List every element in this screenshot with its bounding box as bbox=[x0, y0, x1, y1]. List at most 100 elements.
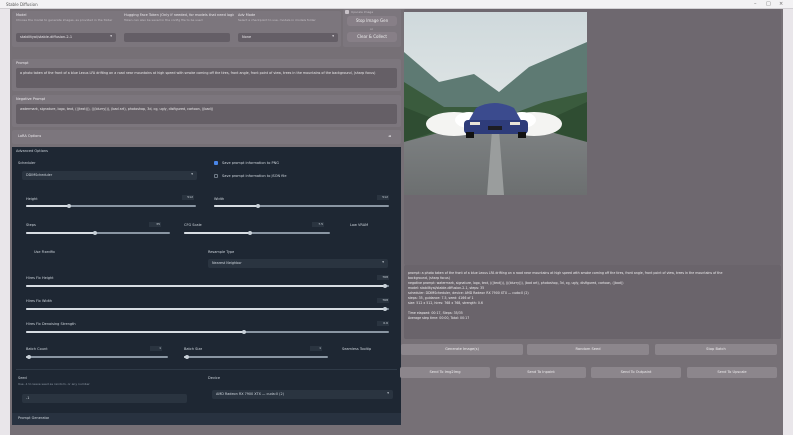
collapse-arrow-icon: ◄ bbox=[388, 134, 391, 138]
divider bbox=[16, 369, 397, 370]
cfg-value[interactable]: 7.5 bbox=[312, 222, 324, 227]
steps-slider-knob[interactable] bbox=[93, 231, 98, 235]
send-to-img2img-button[interactable]: Send To Img2Img bbox=[400, 367, 490, 378]
generation-info-text: prompt: a photo taken of the front of a … bbox=[408, 271, 778, 321]
model-label: Model bbox=[16, 13, 27, 17]
steps-slider[interactable] bbox=[26, 231, 170, 235]
hf-token-input[interactable] bbox=[124, 33, 230, 42]
batch-count-slider[interactable] bbox=[26, 355, 168, 359]
batch-count-value[interactable]: 1 bbox=[150, 346, 162, 351]
batch-count-label: Batch Count bbox=[26, 347, 48, 351]
batch-size-slider-knob[interactable] bbox=[184, 355, 189, 359]
send-to-inpaint-button[interactable]: Send To Inpaint bbox=[496, 367, 586, 378]
maximize-icon[interactable]: □ bbox=[766, 1, 771, 8]
save-json-label: Save prompt information to JSON file bbox=[222, 174, 287, 178]
stop-batch-button[interactable]: Stop Batch bbox=[655, 344, 777, 355]
batch-size-slider[interactable] bbox=[184, 355, 328, 359]
width-slider-knob[interactable] bbox=[255, 204, 260, 208]
device-select[interactable]: AMD Radeon RX 7900 XTX — cuda:0 (2) ▾ bbox=[212, 390, 393, 399]
or-label: or bbox=[370, 27, 374, 31]
hires-width-slider[interactable] bbox=[26, 307, 389, 311]
batch-count-slider-knob[interactable] bbox=[26, 355, 31, 359]
hires-denoise-slider-fill bbox=[26, 331, 244, 333]
prompt-generator-accordion[interactable]: Prompt Generator bbox=[12, 413, 401, 425]
scheduler-select[interactable]: DDIMScheduler ▾ bbox=[22, 171, 197, 180]
save-png-label: Save prompt information to PNG bbox=[222, 161, 279, 165]
chevron-down-icon: ▾ bbox=[191, 172, 193, 176]
send-to-upscale-button[interactable]: Send To Upscale bbox=[687, 367, 777, 378]
stop-image-gen-button[interactable]: Stop Image Gen bbox=[347, 16, 397, 26]
upscale-checkbox[interactable] bbox=[345, 10, 349, 14]
cfg-label: CFG Scale bbox=[184, 223, 202, 227]
hires-width-value[interactable]: 768 bbox=[377, 298, 389, 303]
model-select-value: stabilityai/stable-diffusion-2-1 bbox=[20, 35, 73, 39]
send-to-outpaint-button[interactable]: Send To Outpaint bbox=[591, 367, 681, 378]
hires-width-slider-fill bbox=[26, 308, 386, 310]
hires-height-label: Hires Fix Height bbox=[26, 276, 54, 280]
generate-image-s-button[interactable]: Generate Image(s) bbox=[401, 344, 523, 355]
negative-prompt-panel: Negative Prompt watermark, signature, lo… bbox=[12, 95, 401, 127]
chevron-down-icon: ▾ bbox=[332, 34, 334, 38]
minimize-icon[interactable]: – bbox=[754, 1, 757, 8]
adv-mode-hint: Select a checkpoint to use, models in mo… bbox=[238, 18, 316, 22]
resample-type-value: Nearest Neighbor bbox=[212, 261, 242, 265]
cfg-slider-knob[interactable] bbox=[247, 231, 252, 235]
generation-info-panel: prompt: a photo taken of the front of a … bbox=[404, 265, 781, 339]
height-slider[interactable] bbox=[26, 204, 196, 208]
adv-mode-label: Adv Mode bbox=[238, 13, 256, 17]
hires-height-slider[interactable] bbox=[26, 284, 389, 288]
device-label: Device bbox=[208, 376, 220, 380]
cfg-slider[interactable] bbox=[184, 231, 330, 235]
prompt-generator-label: Prompt Generator bbox=[18, 416, 50, 420]
save-png-checkbox[interactable] bbox=[214, 161, 218, 165]
chevron-down-icon: ▾ bbox=[387, 391, 389, 395]
negative-prompt-label: Negative Prompt bbox=[16, 97, 46, 101]
width-value[interactable]: 512 bbox=[377, 195, 389, 200]
random-seed-button[interactable]: Random Seed bbox=[527, 344, 649, 355]
advanced-options-panel: Advanced Options Scheduler DDIMScheduler… bbox=[12, 147, 401, 413]
adv-mode-value: None bbox=[242, 35, 252, 39]
image-output-panel bbox=[404, 9, 781, 265]
seed-input[interactable]: -1 bbox=[22, 394, 187, 403]
height-label: Height bbox=[26, 197, 38, 201]
batch-size-label: Batch Size bbox=[184, 347, 203, 351]
seed-label: Seed bbox=[18, 376, 27, 380]
steps-value[interactable]: 35 bbox=[149, 222, 161, 227]
negative-prompt-input[interactable]: watermark, signature, logo, text, (((tex… bbox=[16, 104, 397, 124]
seed-hint: Use -1 to leave seed as random, or any n… bbox=[18, 382, 90, 386]
batch-size-value[interactable]: 1 bbox=[310, 346, 322, 351]
generated-image[interactable] bbox=[404, 12, 587, 195]
height-slider-knob[interactable] bbox=[66, 204, 71, 208]
resample-type-select[interactable]: Nearest Neighbor ▾ bbox=[208, 259, 388, 268]
hires-denoise-slider-knob[interactable] bbox=[241, 330, 246, 334]
close-icon[interactable]: × bbox=[779, 1, 783, 8]
lora-options-accordion[interactable]: LoRA Options ◄ bbox=[12, 130, 401, 144]
hires-height-slider-knob[interactable] bbox=[383, 284, 388, 288]
model-select[interactable]: stabilityai/stable-diffusion-2-1 ▾ bbox=[16, 33, 116, 42]
app-root: Model Choose the model to generate image… bbox=[10, 9, 783, 435]
steps-label: Steps bbox=[26, 223, 36, 227]
hires-denoise-slider[interactable] bbox=[26, 330, 389, 334]
low-vram-label: Low VRAM bbox=[350, 223, 369, 227]
window-titlebar: Stable Diffusion – □ × bbox=[0, 0, 793, 9]
scheduler-value: DDIMScheduler bbox=[26, 173, 53, 177]
action-side-panel: Upscale Image Stop Image Gen or Clear & … bbox=[343, 9, 401, 47]
save-json-checkbox[interactable] bbox=[214, 174, 218, 178]
clear-collect-button[interactable]: Clear & Collect bbox=[347, 32, 397, 42]
hires-height-value[interactable]: 768 bbox=[377, 275, 389, 280]
prompt-label: Prompt bbox=[16, 61, 29, 65]
width-slider-fill bbox=[214, 205, 258, 207]
adv-mode-select[interactable]: None ▾ bbox=[238, 33, 338, 42]
upscale-label: Upscale Image bbox=[351, 10, 374, 14]
hires-denoise-label: Hires Fix Denoising Strength bbox=[26, 322, 76, 326]
prompt-input[interactable]: a photo taken of the front of a blue Lex… bbox=[16, 68, 397, 88]
advanced-options-title: Advanced Options bbox=[16, 149, 48, 153]
width-slider[interactable] bbox=[214, 204, 389, 208]
hires-width-slider-knob[interactable] bbox=[383, 307, 388, 311]
hires-denoise-value[interactable]: 0.6 bbox=[377, 321, 389, 326]
model-hint: Choose the model to generate images, as … bbox=[16, 18, 113, 22]
resample-type-label: Resample Type bbox=[208, 250, 235, 254]
height-value[interactable]: 512 bbox=[182, 195, 194, 200]
window-title: Stable Diffusion bbox=[6, 2, 38, 7]
hires-height-slider-fill bbox=[26, 285, 386, 287]
